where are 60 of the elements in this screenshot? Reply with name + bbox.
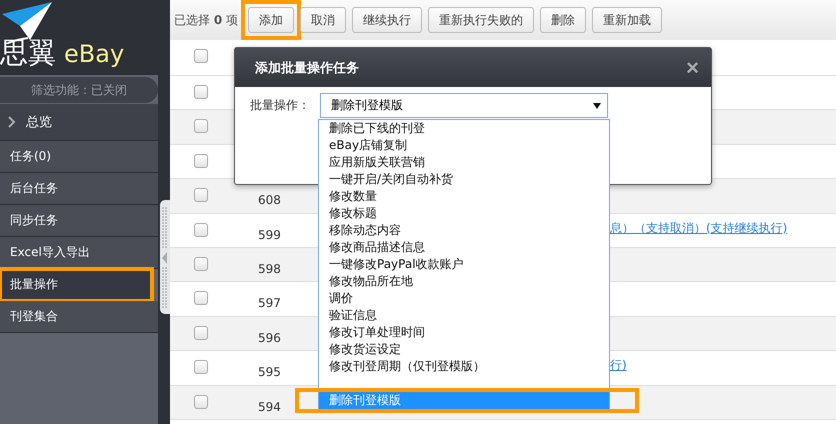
overview-label: 总览: [26, 114, 52, 131]
logo-name: 思翼: [0, 35, 56, 71]
dropdown-option[interactable]: eBay店铺复制: [319, 137, 609, 154]
table-cell: 608: [258, 193, 281, 208]
sidebar-item[interactable]: Excel导入导出: [0, 237, 158, 269]
dropdown-option[interactable]: 一键开启/关闭自动补货: [319, 171, 609, 188]
toolbar-button[interactable]: 重新执行失败的: [428, 7, 534, 33]
logo-brand: eBay: [64, 40, 124, 68]
toolbar-button[interactable]: 重新加载: [592, 7, 662, 33]
dialog-title: 添加批量操作任务: [255, 60, 359, 76]
dropdown-option[interactable]: 修改商品描述信息: [319, 239, 609, 256]
dropdown-option[interactable]: 移除动态内容: [319, 222, 609, 239]
toolbar-button[interactable]: 取消: [300, 7, 346, 33]
checkbox[interactable]: [194, 291, 208, 306]
selection-count: 已选择 0 项: [174, 12, 238, 28]
checkbox[interactable]: [194, 360, 208, 374]
overview-item[interactable]: 总览: [0, 104, 158, 141]
sidebar-item[interactable]: 刊登集合: [0, 301, 158, 333]
dropdown-option[interactable]: 调价: [319, 290, 609, 307]
row-link[interactable]: 行): [610, 357, 627, 374]
checkbox[interactable]: [194, 394, 208, 409]
checkbox[interactable]: [194, 49, 208, 63]
table-cell: 599: [258, 228, 281, 242]
dropdown-option[interactable]: 验证信息: [319, 307, 609, 324]
dropdown-option[interactable]: 一键修改PayPal收款账户: [319, 256, 609, 273]
checkbox[interactable]: [194, 256, 208, 271]
dropdown-option[interactable]: 删除已下线的刊登: [319, 120, 609, 137]
dropdown-option[interactable]: 修改数量: [319, 188, 609, 205]
table-cell: 594: [258, 400, 281, 414]
dropdown-option[interactable]: 修改订单处理时间: [319, 324, 609, 341]
close-button[interactable]: ×: [686, 56, 699, 78]
dropdown-option[interactable]: 应用新版关联营销: [319, 154, 609, 171]
toolbar-button[interactable]: 添加: [248, 7, 294, 33]
filter-status[interactable]: 筛选功能：已关闭: [0, 77, 158, 103]
toolbar-button[interactable]: 删除: [540, 7, 586, 33]
dropdown-option[interactable]: 修改货运设定: [319, 341, 609, 358]
table-cell: 595: [258, 365, 281, 380]
toolbar-button[interactable]: 继续执行: [352, 7, 422, 33]
sidebar-item[interactable]: 批量操作: [0, 269, 152, 301]
checkbox[interactable]: [194, 119, 208, 134]
dropdown-arrow-icon: [593, 102, 601, 108]
checkbox[interactable]: [194, 222, 208, 237]
dropdown-option[interactable]: 修改刊登周期（仅刊登模版）: [319, 358, 609, 375]
dropdown-option[interactable]: 修改物品所在地: [319, 273, 609, 290]
checkbox[interactable]: [194, 188, 208, 202]
table-cell: 598: [258, 262, 281, 276]
table-cell: 596: [258, 330, 281, 345]
chevron-icon: [8, 116, 16, 128]
checkbox[interactable]: [194, 154, 208, 168]
dropdown-option[interactable]: 修改标题: [319, 205, 609, 222]
field-label: 批量操作：: [250, 97, 310, 114]
splitter-handle[interactable]: [160, 200, 170, 314]
table-cell: 597: [258, 296, 281, 310]
sidebar-item[interactable]: 同步任务: [0, 205, 158, 237]
operation-select[interactable]: 删除刊登模版: [320, 93, 608, 118]
row-link[interactable]: 息）（支持取消）(支持继续执行): [610, 220, 788, 237]
sidebar-item[interactable]: 任务(0): [0, 141, 158, 173]
checkbox[interactable]: [194, 85, 208, 99]
sidebar-item[interactable]: 后台任务: [0, 173, 158, 205]
checkbox[interactable]: [194, 326, 208, 340]
